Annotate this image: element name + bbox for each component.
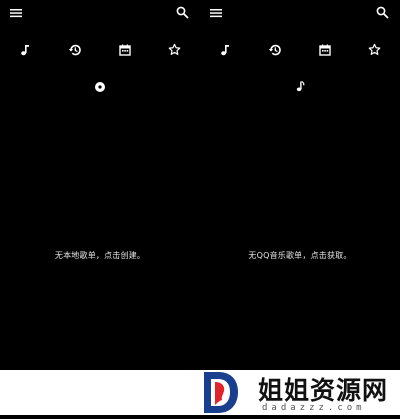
history-icon[interactable] — [268, 43, 282, 57]
watermark-logo-icon — [200, 370, 240, 415]
disc-icon — [95, 82, 105, 92]
watermark-title: 姐姐资源网 — [258, 376, 389, 405]
history-icon[interactable] — [68, 43, 82, 57]
empty-playlist-message[interactable]: 无本地歌单，点击创建。 — [0, 250, 200, 261]
menu-icon[interactable] — [210, 7, 222, 19]
empty-playlist-message[interactable]: 无QQ音乐歌单，点击获取。 — [200, 250, 400, 261]
right-playlist-panel: 无QQ音乐歌单，点击获取。 — [200, 0, 400, 370]
music-note-icon[interactable] — [19, 44, 31, 56]
music-note-icon[interactable] — [219, 44, 231, 56]
music-note-icon — [296, 81, 305, 92]
watermark-banner: 姐姐资源网 dadazzz.com — [0, 370, 400, 415]
watermark-url: dadazzz.com — [262, 403, 366, 413]
star-icon[interactable] — [368, 43, 381, 56]
menu-icon[interactable] — [10, 7, 22, 19]
left-playlist-panel: 无本地歌单，点击创建。 — [0, 0, 200, 370]
search-icon[interactable] — [376, 6, 389, 19]
search-icon[interactable] — [176, 6, 189, 19]
calendar-icon[interactable] — [119, 44, 131, 56]
star-icon[interactable] — [168, 43, 181, 56]
calendar-icon[interactable] — [319, 44, 331, 56]
